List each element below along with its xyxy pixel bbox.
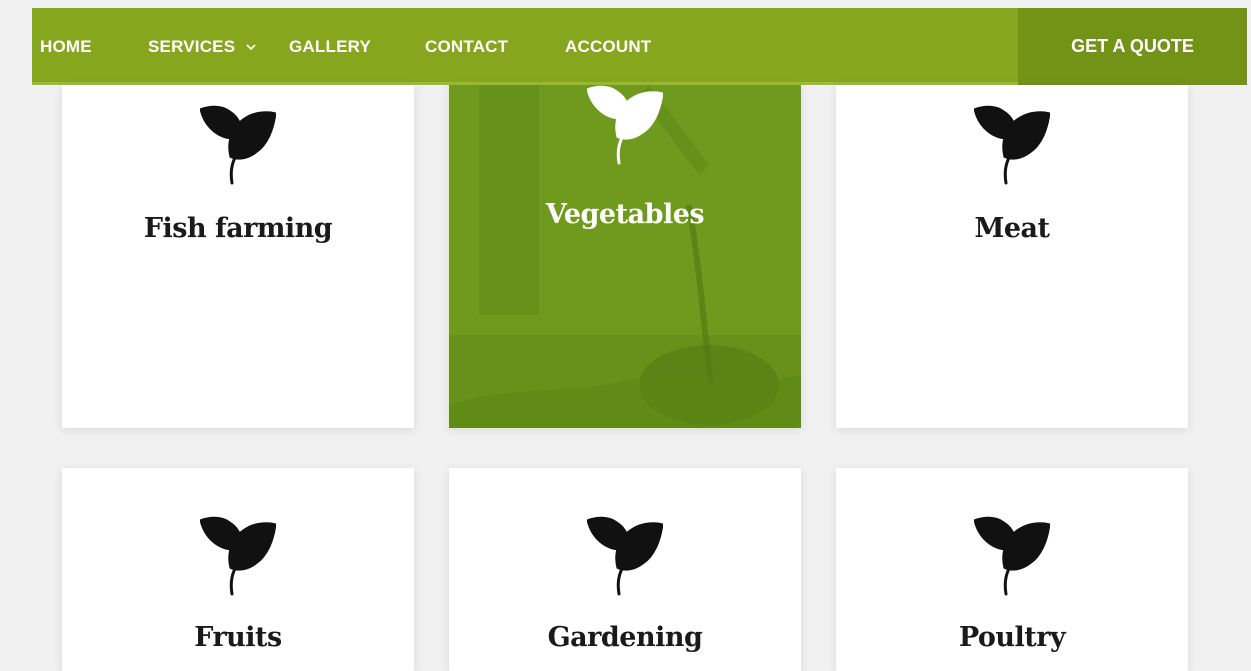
leaf-icon [974, 95, 1050, 185]
nav-account[interactable]: ACCOUNT [565, 8, 651, 85]
service-card-gardening[interactable]: Gardening [449, 468, 801, 671]
nav-gallery[interactable]: GALLERY [289, 8, 371, 85]
service-card-meat[interactable]: Meat [836, 85, 1188, 428]
get-a-quote-button[interactable]: GET A QUOTE [1018, 8, 1247, 85]
service-card-fish-farming[interactable]: Fish farming [62, 85, 414, 428]
nav-services-label: SERVICES [148, 36, 236, 56]
top-navbar: HOME SERVICES GALLERY CONTACT ACCOUNT GE… [32, 8, 1247, 85]
service-card-title: Gardening [547, 622, 703, 653]
nav-home[interactable]: HOME [40, 8, 92, 85]
chevron-down-icon [246, 43, 256, 50]
service-card-title: Fruits [194, 622, 282, 653]
leaf-icon [587, 85, 663, 165]
nav-contact[interactable]: CONTACT [425, 8, 508, 85]
service-card-title: Poultry [958, 622, 1066, 653]
leaf-icon [974, 506, 1050, 596]
service-card-fruits[interactable]: Fruits [62, 468, 414, 671]
service-card-vegetables[interactable]: Vegetables [449, 85, 801, 428]
nav-services[interactable]: SERVICES [148, 8, 257, 85]
leaf-icon [200, 95, 276, 185]
service-card-title: Meat [974, 213, 1050, 244]
service-card-poultry[interactable]: Poultry [836, 468, 1188, 671]
leaf-icon [200, 506, 276, 596]
service-card-title: Fish farming [143, 213, 333, 244]
leaf-icon [587, 506, 663, 596]
service-card-title: Vegetables [545, 199, 705, 230]
